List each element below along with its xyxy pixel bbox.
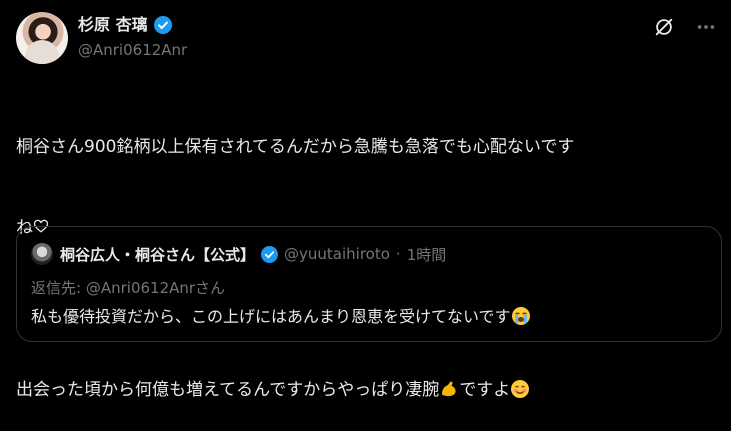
quoted-author-name[interactable]: 桐谷広人・桐谷さん【公式】	[60, 244, 255, 265]
reply-to-line: 返信先: @Anri0612Anrさん	[31, 277, 225, 299]
tweet-line-3: 出会った頃から何億も増えてるんですからやっぱり凄腕 ですよ	[16, 377, 716, 404]
reply-prefix: 返信先:	[31, 279, 82, 297]
reply-handle[interactable]: @Anri0612Anrさん	[86, 279, 225, 297]
author-display-name[interactable]: 杉原 杏璃	[78, 15, 148, 35]
smiling-face-emoji	[511, 380, 530, 398]
author-name-row: 杉原 杏璃	[78, 15, 172, 35]
verified-badge-icon	[261, 245, 279, 263]
quoted-text: 私も優待投資だから、この上げにはあんまり恩恵を受けてないです	[31, 307, 511, 326]
tweet-header: 杉原 杏璃 @Anri0612Anr	[16, 12, 717, 64]
loudly-crying-face-emoji	[511, 307, 530, 325]
more-options-icon[interactable]	[695, 16, 717, 38]
flexed-biceps-emoji	[442, 381, 456, 397]
verified-badge-icon	[153, 16, 172, 34]
quoted-author-avatar[interactable]	[31, 243, 53, 265]
quoted-author-handle[interactable]: @yuutaihiroto	[284, 245, 390, 263]
quoted-tweet-card[interactable]: 桐谷広人・桐谷さん【公式】 @yuutaihiroto · 1時間 返信先: @…	[16, 226, 722, 342]
meta-separator: ·	[395, 245, 401, 263]
tweet-line-3-tail: ですよ	[459, 380, 511, 400]
quoted-author-row: 桐谷広人・桐谷さん【公式】 @yuutaihiroto · 1時間	[60, 241, 446, 267]
quoted-timestamp[interactable]: 1時間	[407, 244, 447, 265]
author-handle[interactable]: @Anri0612Anr	[78, 40, 187, 60]
tweet-line-1: 桐谷さん900銘柄以上保有されてるんだから急騰も急落でも心配ないです	[16, 137, 575, 157]
grok-icon[interactable]	[653, 16, 675, 38]
quoted-tweet-text: 私も優待投資だから、この上げにはあんまり恩恵を受けてないです	[31, 305, 531, 329]
tweet-line-3-text: 出会った頃から何億も増えてるんですからやっぱり凄腕	[16, 380, 440, 400]
author-avatar[interactable]	[16, 12, 68, 64]
